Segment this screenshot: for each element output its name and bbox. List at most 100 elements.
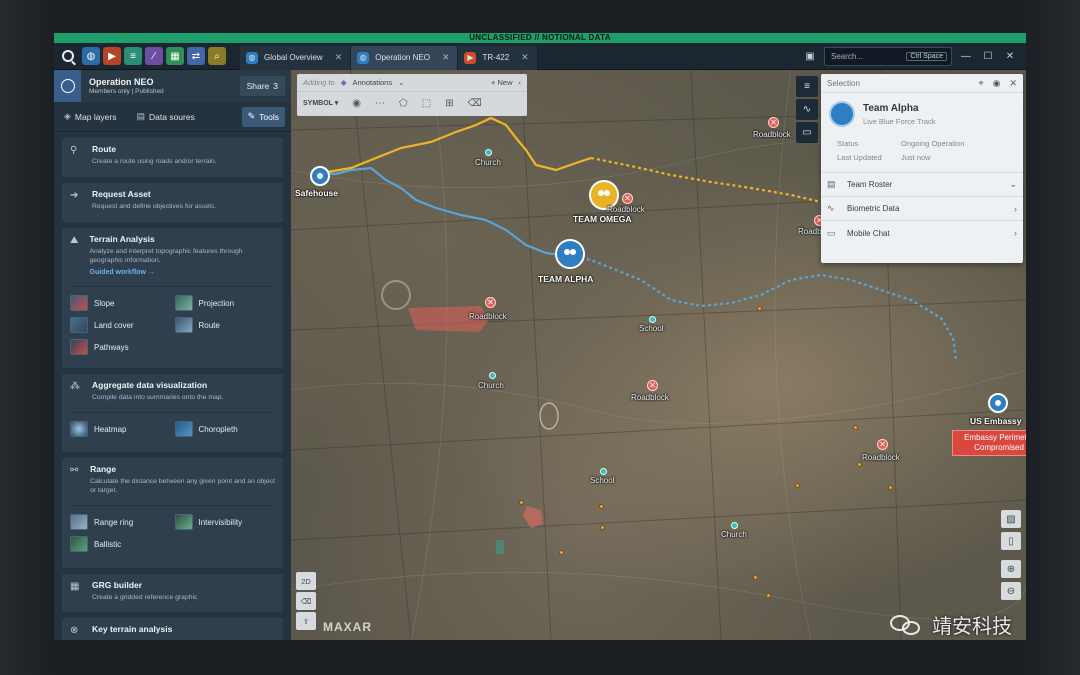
team-omega-route	[320, 116, 592, 175]
tab-tools[interactable]: ✎ Tools	[241, 106, 285, 127]
chevron-down-icon[interactable]: ⌄	[398, 78, 404, 87]
list-icon[interactable]: ≡	[796, 76, 818, 97]
video-app-icon[interactable]: ▶	[103, 47, 121, 65]
tab-map-layers[interactable]: ◈ Map layers	[60, 107, 121, 127]
minimize-icon[interactable]: —	[958, 48, 974, 64]
incident-marker[interactable]	[757, 306, 762, 311]
share-button[interactable]: Share 3	[239, 76, 285, 96]
team-alpha-marker[interactable]	[555, 239, 585, 269]
school-marker[interactable]	[600, 468, 607, 475]
layer-toggle-icon[interactable]: ▧	[1001, 510, 1021, 528]
app-launcher: ◍ ▶ ≡ ∕ ▦ ⇄ ⌕	[82, 47, 226, 65]
roadblock-marker[interactable]: ✕	[768, 117, 779, 128]
church-marker[interactable]	[485, 149, 492, 156]
table-app-icon[interactable]: ▦	[166, 47, 184, 65]
zoom-in-icon[interactable]: ⊕	[1001, 560, 1021, 578]
tab-tr-422[interactable]: ▶ TR-422 ✕	[458, 45, 538, 70]
embassy-alert-badge[interactable]: Embassy Perimeter Compromised	[952, 430, 1026, 456]
school-marker[interactable]	[649, 316, 656, 323]
people-icon	[597, 190, 611, 200]
incident-marker[interactable]	[795, 483, 800, 488]
incident-marker[interactable]	[599, 504, 604, 509]
incident-marker[interactable]	[857, 462, 862, 467]
tab-data-sources[interactable]: ▤ Data soures	[133, 107, 199, 127]
locate-icon[interactable]: ⌖	[979, 78, 984, 89]
incident-marker[interactable]	[853, 425, 858, 430]
biometric-data-row[interactable]: ∿ Biometric Data ›	[821, 197, 1023, 221]
subtool-pathways[interactable]: Pathways	[70, 339, 171, 355]
close-icon[interactable]: ✕	[335, 52, 343, 63]
subtool-land-cover[interactable]: Land cover	[70, 317, 171, 333]
subtool-label: Heatmap	[94, 424, 127, 434]
subtool-route[interactable]: Route	[174, 317, 276, 333]
roadblock-marker[interactable]: ✕	[622, 193, 633, 204]
tool-key-terrain[interactable]: ⊗ Key terrain analysis	[62, 618, 283, 640]
line-tool-icon[interactable]: ⋯	[375, 98, 385, 109]
graph-app-icon[interactable]: ∕	[145, 47, 163, 65]
globe-icon: ◍	[357, 51, 370, 64]
view-mode-button[interactable]: 2D	[296, 572, 316, 590]
tool-route[interactable]: ⚲ Route Create a route using roads and/o…	[62, 138, 283, 177]
notifications-icon[interactable]: ▣	[802, 48, 818, 64]
globe-app-icon[interactable]: ◍	[82, 47, 100, 65]
subtool-heatmap[interactable]: Heatmap	[70, 421, 171, 437]
safehouse-pin-icon[interactable]	[310, 166, 330, 186]
activity-icon[interactable]: ∿	[796, 99, 818, 120]
church-marker[interactable]	[489, 372, 496, 379]
add-shape-icon[interactable]: ⊞	[445, 98, 453, 109]
new-annotation-button[interactable]: + New	[491, 78, 512, 87]
team-roster-row[interactable]: ▤ Team Roster ⌄	[821, 173, 1023, 197]
tool-grg-builder[interactable]: ▦ GRG builder Create a gridded reference…	[62, 574, 283, 612]
incident-marker[interactable]	[888, 485, 893, 490]
incident-marker[interactable]	[753, 575, 758, 580]
maximize-icon[interactable]: ☐	[980, 48, 996, 64]
subtool-slope[interactable]: Slope	[70, 295, 171, 311]
search-input[interactable]: Search... Ctrl Space	[824, 46, 952, 66]
app-logo-icon[interactable]	[54, 43, 81, 70]
chat-icon[interactable]: ▭	[796, 122, 818, 143]
mobile-chat-row[interactable]: ▭ Mobile Chat ›	[821, 221, 1023, 245]
tool-request-asset[interactable]: ➔ Request Asset Request and define objec…	[62, 183, 283, 222]
close-window-icon[interactable]: ✕	[1002, 48, 1018, 64]
close-icon[interactable]: ✕	[521, 52, 529, 63]
tab-operation-neo[interactable]: ◍ Operation NEO ✕	[351, 45, 459, 70]
incident-marker[interactable]	[766, 593, 771, 598]
roadblock-marker[interactable]: ✕	[485, 297, 496, 308]
map-view[interactable]: Adding to ◆ Annotations ⌄ + New ‹ SYMBOL…	[291, 70, 1026, 640]
subtool-choropleth[interactable]: Choropleth	[174, 421, 276, 437]
close-icon[interactable]: ✕	[1009, 78, 1017, 89]
workflow-app-icon[interactable]: ⇄	[187, 47, 205, 65]
polygon-tool-icon[interactable]: ⬠	[399, 98, 408, 109]
point-tool-icon[interactable]: ◉	[352, 98, 361, 109]
church-marker[interactable]	[731, 522, 738, 529]
subtool-intervisibility[interactable]: Intervisibility	[174, 514, 276, 530]
eraser-icon[interactable]: ⌫	[296, 592, 316, 610]
bookmark-icon[interactable]: ▯	[1001, 532, 1021, 550]
incident-marker[interactable]	[600, 525, 605, 530]
collapse-icon[interactable]: ‹	[519, 78, 522, 87]
team-avatar-icon	[829, 101, 855, 127]
subtool-ballistic[interactable]: Ballistic	[70, 536, 171, 552]
annotation-layer-select[interactable]: Annotations	[352, 78, 392, 87]
subtool-range-ring[interactable]: Range ring	[70, 514, 171, 530]
symbol-dropdown[interactable]: SYMBOL ▾	[303, 99, 338, 107]
roadblock-marker[interactable]: ✕	[647, 380, 658, 391]
school-label: School	[590, 476, 615, 485]
eye-icon[interactable]: ◉	[993, 78, 1001, 89]
terrain-icon: ⛰	[70, 235, 79, 246]
tool-title: Terrain Analysis	[89, 234, 155, 244]
us-embassy-pin-icon[interactable]	[988, 393, 1008, 413]
rectangle-tool-icon[interactable]: ⬚	[422, 98, 431, 109]
search-app-icon[interactable]: ⌕	[208, 47, 226, 65]
incident-marker[interactable]	[519, 500, 524, 505]
roadblock-marker[interactable]: ✕	[877, 439, 888, 450]
tab-global-overview[interactable]: ◍ Global Overview ✕	[240, 45, 352, 70]
subtool-projection[interactable]: Projection	[174, 295, 276, 311]
zoom-out-icon[interactable]: ⊖	[1001, 582, 1021, 600]
export-icon[interactable]: ⇪	[296, 612, 316, 630]
close-icon[interactable]: ✕	[442, 52, 450, 63]
erase-tool-icon[interactable]: ⌫	[468, 98, 482, 109]
guided-workflow-link[interactable]: Guided workflow →	[90, 269, 276, 276]
timeline-app-icon[interactable]: ≡	[124, 47, 142, 65]
incident-marker[interactable]	[559, 550, 564, 555]
